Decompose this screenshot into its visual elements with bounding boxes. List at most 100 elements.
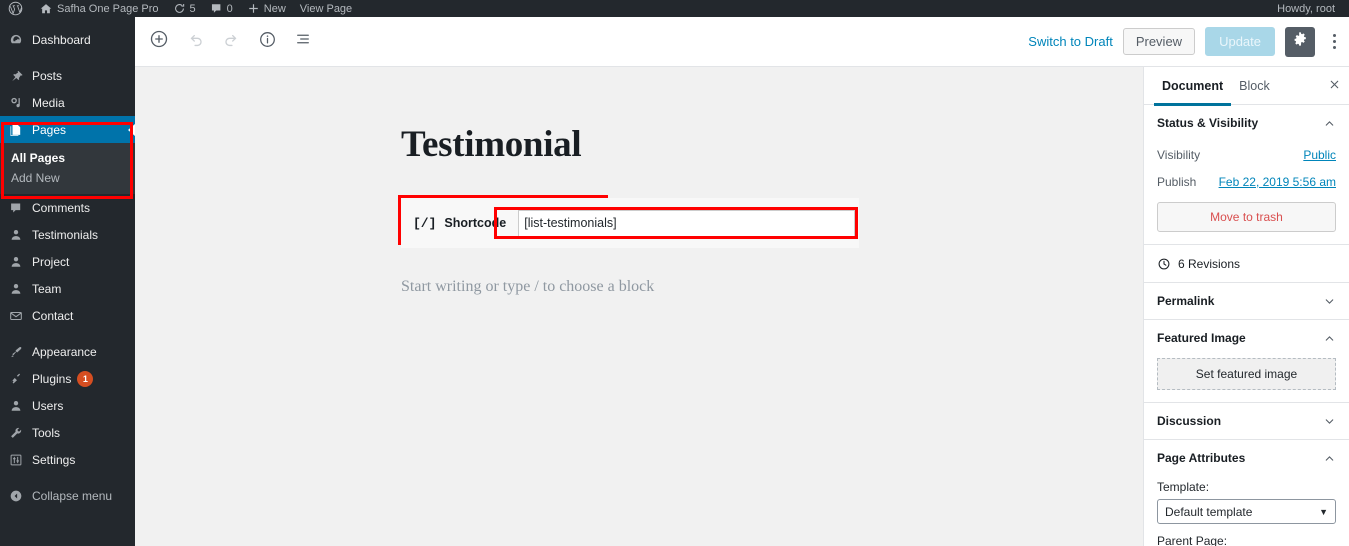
- site-name-menu[interactable]: Safha One Page Pro: [32, 0, 166, 17]
- wrench-icon: [9, 426, 29, 440]
- sidebar-item-users[interactable]: Users: [0, 392, 135, 419]
- envelope-icon: [9, 309, 29, 323]
- ellipsis-vertical-icon-dot-2: [1332, 40, 1336, 43]
- editor-canvas: Testimonial [/] Shortcode Start writing …: [135, 67, 1143, 546]
- sidebar-item-appearance[interactable]: Appearance: [0, 338, 135, 365]
- dashboard-icon: [9, 33, 29, 47]
- plus-circle-icon: [149, 29, 169, 54]
- sidebar-separator-2: [0, 329, 135, 338]
- add-block-button[interactable]: [141, 24, 177, 60]
- panel-tabs: Document Block: [1144, 67, 1349, 106]
- pin-icon: [9, 69, 29, 83]
- update-button[interactable]: Update: [1205, 26, 1275, 57]
- settings-toggle-button[interactable]: [1285, 26, 1315, 57]
- set-featured-image-button[interactable]: Set featured image: [1157, 358, 1336, 390]
- shortcode-block[interactable]: [/] Shortcode: [401, 198, 859, 248]
- sidebar-label-contact: Contact: [32, 308, 74, 323]
- status-visibility-header[interactable]: Status & Visibility: [1157, 105, 1336, 141]
- dropdown-arrow-icon: ▼: [1319, 506, 1328, 517]
- sidebar-item-testimonials[interactable]: Testimonials: [0, 221, 135, 248]
- sidebar-item-collapse-menu[interactable]: Collapse menu: [0, 482, 135, 509]
- sidebar-item-settings[interactable]: Settings: [0, 446, 135, 473]
- template-select[interactable]: Default template ▼: [1157, 499, 1336, 524]
- featured-image-header[interactable]: Featured Image: [1157, 320, 1336, 356]
- submenu-item-all-pages[interactable]: All Pages: [0, 148, 135, 168]
- switch-to-draft-button[interactable]: Switch to Draft: [1028, 34, 1113, 49]
- sidebar-item-media[interactable]: Media: [0, 89, 135, 116]
- visibility-row: Visibility Public: [1157, 141, 1336, 168]
- sidebar-item-comments[interactable]: Comments: [0, 194, 135, 221]
- info-circle-icon: [258, 30, 277, 54]
- sidebar-item-plugins[interactable]: Plugins 1: [0, 365, 135, 392]
- person-icon: [9, 228, 29, 242]
- site-name-label: Safha One Page Pro: [57, 2, 159, 15]
- sidebar-item-project[interactable]: Project: [0, 248, 135, 275]
- updates-menu[interactable]: 5: [166, 0, 203, 17]
- tab-document[interactable]: Document: [1154, 67, 1232, 106]
- sidebar-label-dashboard: Dashboard: [32, 32, 91, 47]
- sidebar-separator-1: [0, 53, 135, 62]
- sidebar-label-tools: Tools: [32, 425, 61, 440]
- move-to-trash-button[interactable]: Move to trash: [1157, 202, 1336, 232]
- submenu-item-add-new[interactable]: Add New: [0, 168, 135, 188]
- list-view-button[interactable]: [285, 24, 321, 60]
- discussion-header[interactable]: Discussion: [1157, 403, 1336, 439]
- home-icon: [39, 2, 53, 16]
- sidebar-item-dashboard[interactable]: Dashboard: [0, 26, 135, 53]
- comments-menu[interactable]: 0: [203, 0, 240, 17]
- editor-toolbar: Switch to Draft Preview Update: [135, 17, 1349, 67]
- block-placeholder[interactable]: Start writing or type / to choose a bloc…: [401, 278, 654, 296]
- person-icon: [9, 282, 29, 296]
- post-title[interactable]: Testimonial: [401, 124, 582, 166]
- chevron-up-icon: [1323, 452, 1336, 465]
- sidebar-item-pages[interactable]: Pages: [0, 116, 135, 143]
- preview-button[interactable]: Preview: [1122, 27, 1196, 56]
- sliders-icon: [9, 453, 29, 467]
- new-label: New: [263, 2, 286, 15]
- sidebar-item-posts[interactable]: Posts: [0, 62, 135, 89]
- media-icon: [9, 96, 29, 110]
- account-menu[interactable]: Howdy, root: [1270, 0, 1349, 17]
- more-tools-button[interactable]: [1325, 27, 1343, 57]
- howdy-label: Howdy, root: [1277, 2, 1335, 15]
- shortcode-label: Shortcode: [444, 216, 507, 230]
- permalink-header[interactable]: Permalink: [1157, 283, 1336, 319]
- redo-icon: [222, 30, 241, 54]
- content-info-button[interactable]: [249, 24, 285, 60]
- chevron-down-icon: [1323, 295, 1336, 308]
- sidebar-top-spacer: [0, 17, 135, 26]
- page-attributes-header[interactable]: Page Attributes: [1157, 440, 1336, 476]
- discussion-title: Discussion: [1157, 414, 1222, 428]
- comments-count: 0: [226, 2, 233, 15]
- pages-icon: [9, 123, 29, 137]
- template-label: Template:: [1157, 480, 1210, 494]
- editor-toolbar-right: Switch to Draft Preview Update: [1028, 26, 1349, 57]
- permalink-title: Permalink: [1157, 294, 1215, 308]
- new-content-menu[interactable]: New: [240, 0, 293, 17]
- undo-button[interactable]: [177, 24, 213, 60]
- publish-date-button[interactable]: Feb 22, 2019 5:56 am: [1219, 175, 1336, 189]
- revision-clock-icon: [1157, 257, 1171, 271]
- revisions-row[interactable]: 6 Revisions: [1144, 245, 1349, 283]
- view-page-link[interactable]: View Page: [293, 0, 359, 17]
- publish-row: Publish Feb 22, 2019 5:56 am: [1157, 168, 1336, 195]
- wordpress-logo-button[interactable]: [0, 0, 32, 17]
- sidebar-item-team[interactable]: Team: [0, 275, 135, 302]
- featured-image-title: Featured Image: [1157, 331, 1246, 345]
- shortcode-input[interactable]: [518, 209, 855, 237]
- publish-label: Publish: [1157, 174, 1197, 189]
- collapse-arrow-icon: [9, 489, 29, 503]
- sidebar-item-tools[interactable]: Tools: [0, 419, 135, 446]
- close-panel-button[interactable]: [1319, 67, 1349, 105]
- sidebar-item-contact[interactable]: Contact: [0, 302, 135, 329]
- comment-bubble-icon: [9, 201, 29, 215]
- redo-button[interactable]: [213, 24, 249, 60]
- discussion-section: Discussion: [1144, 403, 1349, 440]
- sidebar-separator-3: [0, 473, 135, 482]
- gear-icon: [1292, 31, 1308, 52]
- visibility-value-button[interactable]: Public: [1303, 148, 1336, 162]
- plug-icon: [9, 372, 29, 386]
- user-icon: [9, 399, 29, 413]
- ellipsis-vertical-icon-dot-1: [1332, 34, 1336, 37]
- tab-block[interactable]: Block: [1231, 67, 1278, 105]
